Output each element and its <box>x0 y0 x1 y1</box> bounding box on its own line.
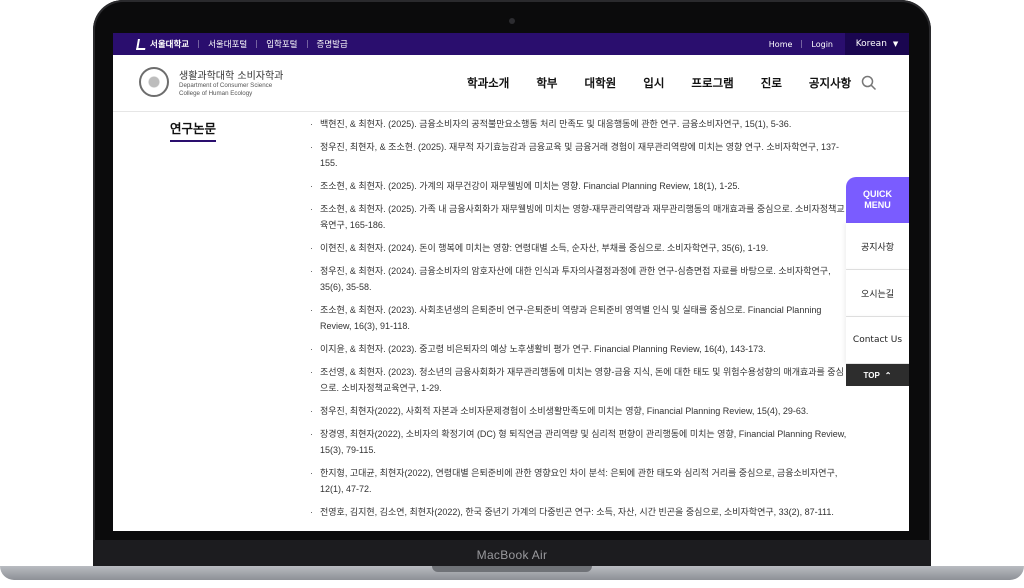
top-label: TOP <box>863 370 880 380</box>
list-item: 조소현, & 최현자. (2023). 사회초년생의 은퇴준비 연구-은퇴준비 … <box>310 302 850 334</box>
chevron-down-icon: ▼ <box>892 40 899 48</box>
nav-item-undergrad[interactable]: 학부 <box>536 75 557 91</box>
list-item: 정우진, 최현자, & 조소현. (2025). 재무적 자기효능감과 금융교육… <box>310 139 850 171</box>
site-header: 생활과학대학 소비자학과 Department of Consumer Scie… <box>113 55 909 112</box>
nav-item-admission[interactable]: 입시 <box>643 75 664 91</box>
scroll-top-button[interactable]: TOP ⌃ <box>846 364 909 386</box>
list-item: 정우진, & 최현자. (2024). 금융소비자의 암호자산에 대한 인식과 … <box>310 263 850 295</box>
list-item: 장경영, 최현자(2022), 소비자의 확정기여 (DC) 형 퇴직연금 관리… <box>310 426 850 458</box>
list-item: 조선영, & 최현자. (2023). 청소년의 금융사회화가 재무관리행동에 … <box>310 364 850 396</box>
list-item: 정우진, 최현자(2022), 사회적 자본과 소비자문제경험이 소비생활만족도… <box>310 403 850 419</box>
camera-icon <box>509 18 515 24</box>
laptop-notch <box>432 566 592 572</box>
util-link-label: 서울대학교 <box>150 40 190 50</box>
snu-mark-icon <box>136 38 147 50</box>
util-link-snu[interactable]: 서울대학교 <box>136 38 190 50</box>
browser-screen: 서울대학교 서울대포털 입학포털 증명발급 Home Login Korean … <box>113 33 909 531</box>
list-item: 조소현, & 최현자. (2025). 가계의 재무건강이 재무웰빙에 미치는 … <box>310 178 850 194</box>
list-item: 이지윤, & 최현자. (2023). 중고령 비은퇴자의 예상 노후생활비 평… <box>310 341 850 357</box>
paper-list: 백현진, & 최현자. (2025). 금융소비자의 공적불만요소행동 처리 만… <box>310 116 850 527</box>
logo-english-college: College of Human Ecology <box>179 90 253 97</box>
quick-menu-contact[interactable]: Contact Us <box>846 317 909 364</box>
nav-item-career[interactable]: 진로 <box>761 75 782 91</box>
nav-item-notice[interactable]: 공지사항 <box>809 75 851 91</box>
nav-item-graduate[interactable]: 대학원 <box>585 75 617 91</box>
list-item: 백현진, & 최현자. (2025). 금융소비자의 공적불만요소행동 처리 만… <box>310 116 850 132</box>
util-link-certificate[interactable]: 증명발급 <box>317 38 348 50</box>
logo-korean: 생활과학대학 소비자학과 <box>179 71 284 82</box>
quick-menu-title-2: MENU <box>864 200 891 210</box>
util-link-portal[interactable]: 서울대포털 <box>208 38 247 50</box>
list-item: 한지형, 고대균, 최현자(2022), 연령대별 은퇴준비에 관한 영향요인 … <box>310 465 850 497</box>
list-item: 전영호, 김지현, 김소연, 최현자(2022), 한국 중년기 가계의 다중빈… <box>310 504 850 520</box>
page-title: 연구논문 <box>170 118 217 142</box>
search-icon[interactable] <box>861 75 877 91</box>
logo-english-dept: Department of Consumer Science <box>179 82 273 89</box>
language-label: Korean <box>855 39 887 49</box>
nav-item-about[interactable]: 학과소개 <box>467 75 509 91</box>
language-select[interactable]: Korean ▼ <box>845 33 909 55</box>
quick-menu-header[interactable]: QUICK MENU <box>846 177 909 223</box>
util-link-admission[interactable]: 입학포털 <box>266 38 297 50</box>
home-link[interactable]: Home <box>769 40 793 49</box>
utility-bar: 서울대학교 서울대포털 입학포털 증명발급 Home Login Korean … <box>113 33 909 55</box>
list-item: 조소현, & 최현자. (2025). 가족 내 금융사회화가 재무웰빙에 미치… <box>310 201 850 233</box>
nav-item-program[interactable]: 프로그램 <box>691 75 733 91</box>
quick-menu: QUICK MENU 공지사항 오시는길 Contact Us TOP ⌃ <box>846 177 909 386</box>
university-emblem-icon[interactable] <box>139 67 169 97</box>
department-logo[interactable]: 생활과학대학 소비자학과 Department of Consumer Scie… <box>179 67 283 98</box>
list-item: 이현진, & 최현자. (2024). 돈이 행복에 미치는 영향: 연령대별 … <box>310 240 850 256</box>
laptop-model-label: MacBook Air <box>476 548 548 562</box>
quick-menu-directions[interactable]: 오시는길 <box>846 270 909 317</box>
login-link[interactable]: Login <box>811 40 833 49</box>
main-nav: 학과소개 학부 대학원 입시 프로그램 진로 공지사항 <box>467 55 878 111</box>
chevron-up-icon: ⌃ <box>884 370 892 380</box>
quick-menu-title-1: QUICK <box>863 189 892 199</box>
quick-menu-notice[interactable]: 공지사항 <box>846 223 909 270</box>
